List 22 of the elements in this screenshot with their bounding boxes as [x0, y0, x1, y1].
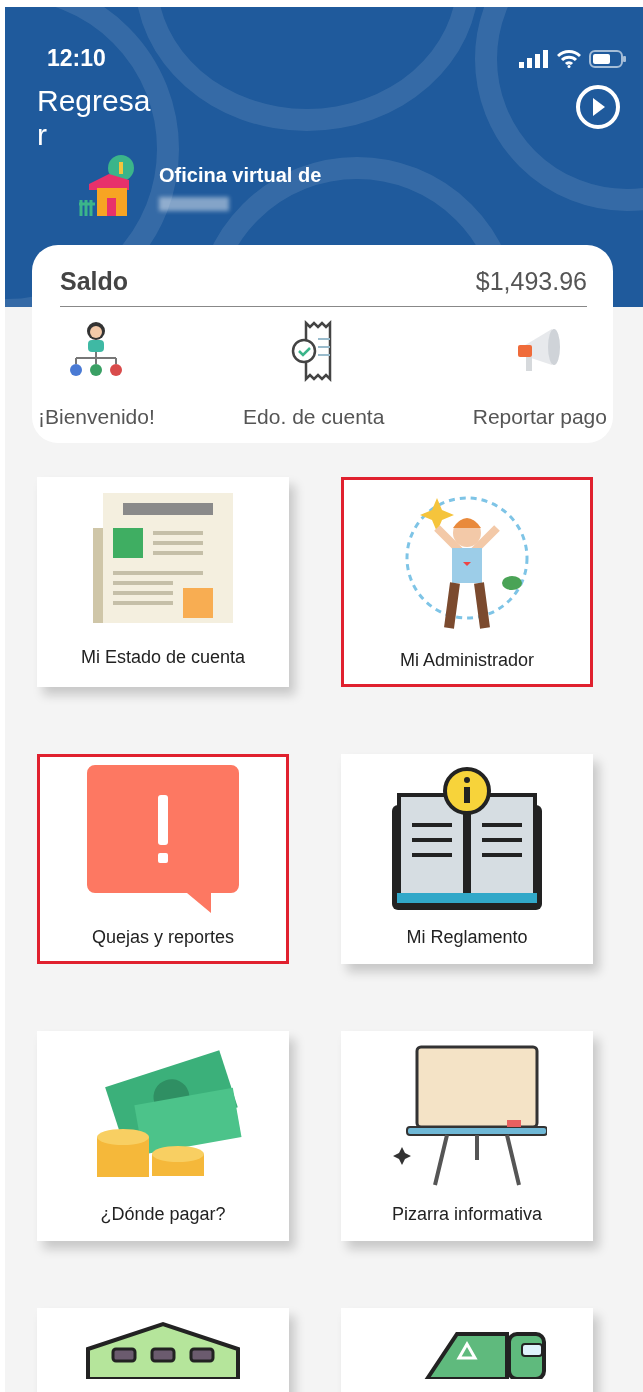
status-time: 12:10	[47, 45, 106, 72]
signal-icon	[519, 49, 549, 68]
menu-tile[interactable]: ¿Dónde pagar?	[37, 1031, 289, 1241]
balance-amount: $1,493.96	[475, 267, 587, 296]
office-title: Oficina virtual de	[159, 164, 322, 187]
wifi-icon	[557, 49, 581, 68]
warehouse-icon	[83, 1319, 243, 1379]
back-button[interactable]: Regresa r	[37, 84, 167, 152]
balance-label: Saldo	[60, 267, 129, 296]
menu-tile[interactable]: Mi Administrador	[341, 477, 593, 687]
play-button[interactable]	[575, 84, 621, 130]
play-icon	[575, 84, 621, 130]
menu-tile[interactable]: Mi Estado de cuenta	[37, 477, 289, 687]
shortcut-button[interactable]: Reportar pago	[472, 319, 607, 429]
menu-tile[interactable]: Pizarra informativa	[341, 1031, 593, 1241]
blurred-name	[159, 197, 229, 211]
shortcut-button[interactable]: Edo. de cuenta	[243, 319, 385, 429]
menu-tile[interactable]: Mi Reglamento	[341, 754, 593, 964]
speech-bubble-icon	[87, 765, 239, 915]
shortcut-button[interactable]: ¡Bienvenido!	[38, 319, 155, 429]
battery-icon	[589, 49, 627, 68]
menu-tile[interactable]: Quejas y reportes	[37, 754, 289, 964]
